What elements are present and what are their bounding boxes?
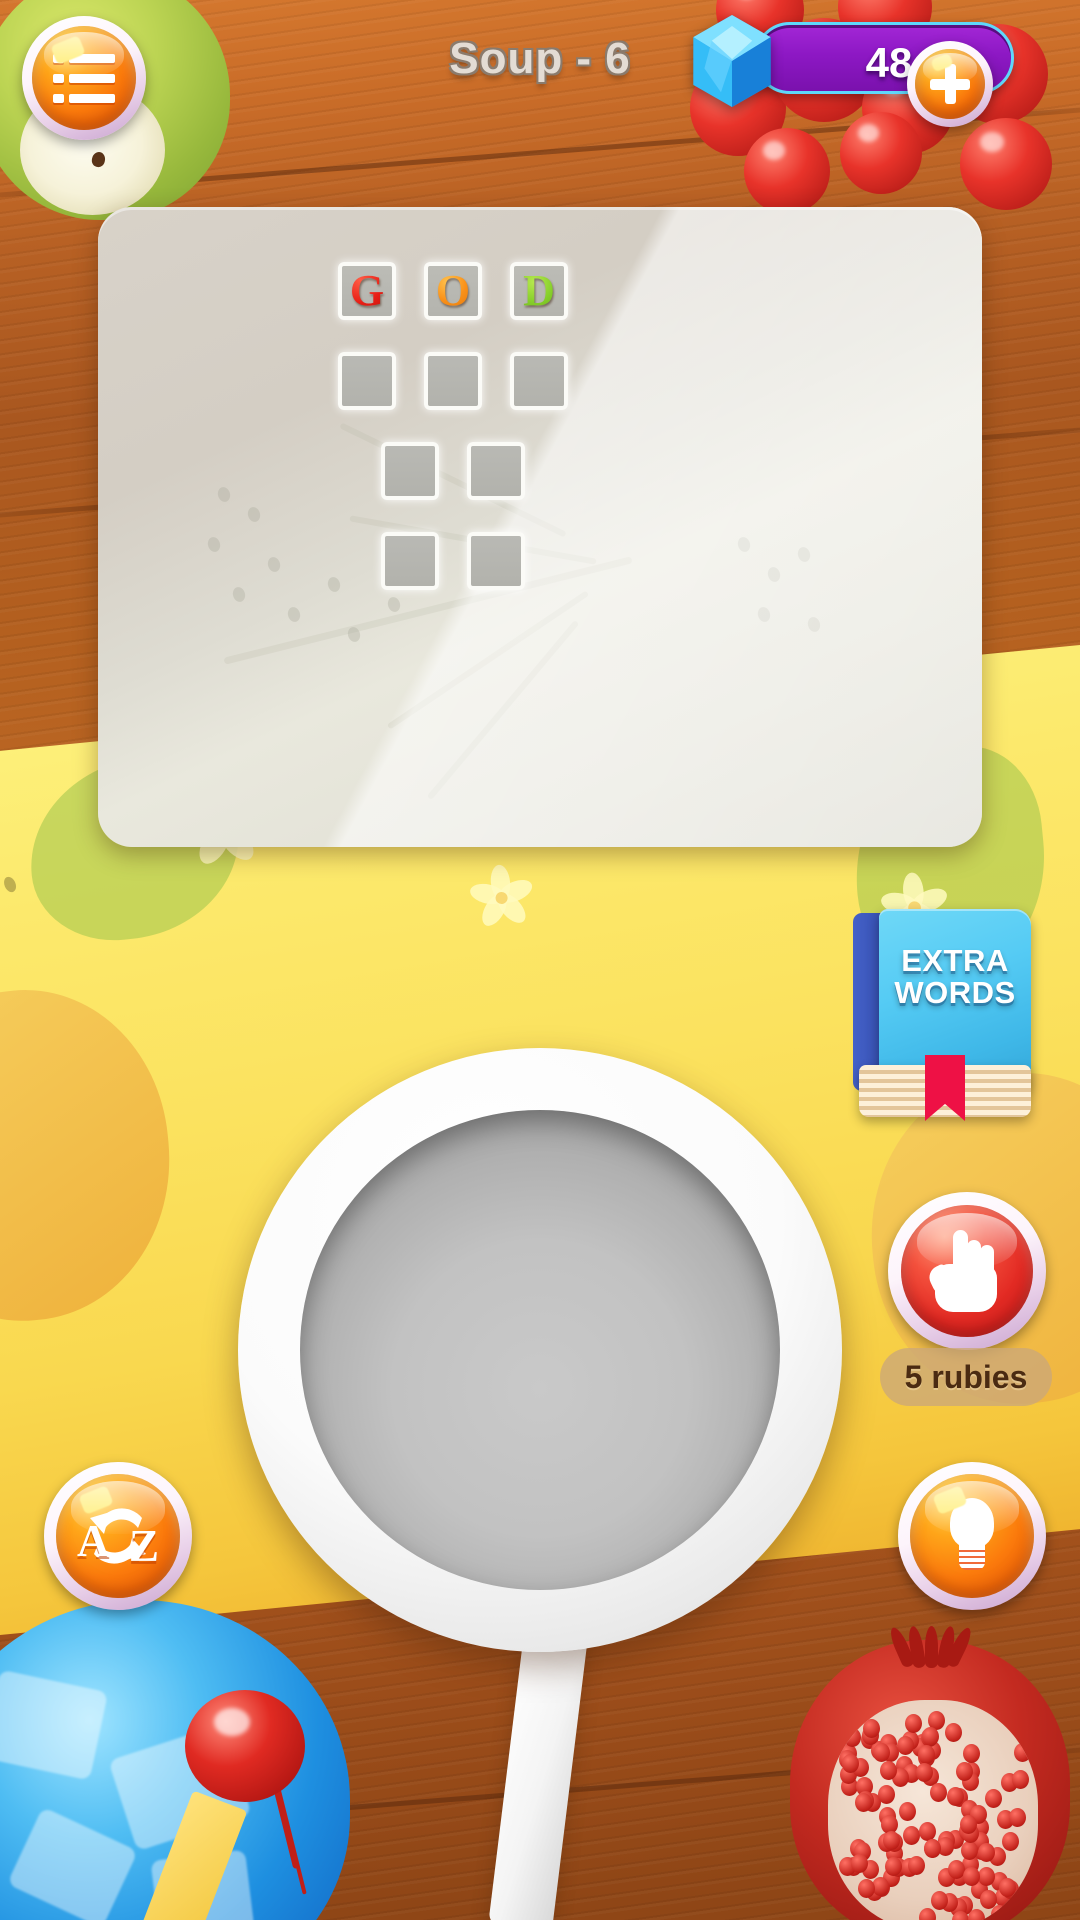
hand-hint-cost: 5 rubies — [880, 1348, 1052, 1406]
pomegranate-crown — [895, 1612, 965, 1668]
game-screen: Soup - 6 48 G O D D G O EXTRA WORDS 5 ru… — [0, 0, 1080, 1920]
hand-pointer-icon — [931, 1230, 1003, 1312]
answer-letter: D — [523, 269, 555, 313]
answer-board-panel: GOD — [98, 207, 982, 847]
extra-words-button[interactable]: EXTRA WORDS — [853, 905, 1038, 1120]
wheel-letter-d[interactable]: D — [466, 1026, 573, 1174]
answer-cell-r2c2 — [424, 352, 482, 410]
answer-row-2 — [338, 352, 568, 410]
shuffle-button[interactable]: A Z — [44, 1462, 192, 1610]
answer-cell-r2c1 — [338, 352, 396, 410]
letter-wheel[interactable]: DGO — [238, 1048, 842, 1652]
answer-cell-r4c2 — [467, 532, 525, 590]
wheel-center — [300, 1110, 780, 1590]
answer-letter: O — [436, 269, 470, 313]
answer-letter: G — [350, 269, 384, 313]
hand-hint-button[interactable] — [888, 1192, 1046, 1350]
answer-cell-r1c2: O — [424, 262, 482, 320]
top-bar: Soup - 6 48 — [0, 0, 1080, 120]
answer-cell-r2c3 — [510, 352, 568, 410]
answer-cell-r1c3: D — [510, 262, 568, 320]
answer-row-1: GOD — [338, 262, 568, 320]
lightbulb-hint-button[interactable] — [898, 1462, 1046, 1610]
gem-counter[interactable]: 48 — [754, 22, 1014, 94]
wheel-letter-g[interactable]: G — [216, 1348, 331, 1496]
answer-row-4 — [381, 532, 525, 590]
extra-words-line2: WORDS — [879, 977, 1031, 1009]
answer-cell-r3c2 — [467, 442, 525, 500]
wheel-letter-o[interactable]: O — [716, 1366, 831, 1514]
extra-words-line1: EXTRA — [879, 945, 1031, 977]
pomegranate-flesh — [828, 1700, 1038, 1920]
cherry-decoration — [185, 1690, 305, 1802]
answer-cell-r4c1 — [381, 532, 439, 590]
answer-cell-r3c1 — [381, 442, 439, 500]
answer-cell-r1c1: G — [338, 262, 396, 320]
answer-grid: GOD — [98, 207, 982, 847]
gem-icon — [686, 12, 778, 110]
answer-row-3 — [381, 442, 525, 500]
add-gems-button[interactable] — [907, 41, 993, 127]
